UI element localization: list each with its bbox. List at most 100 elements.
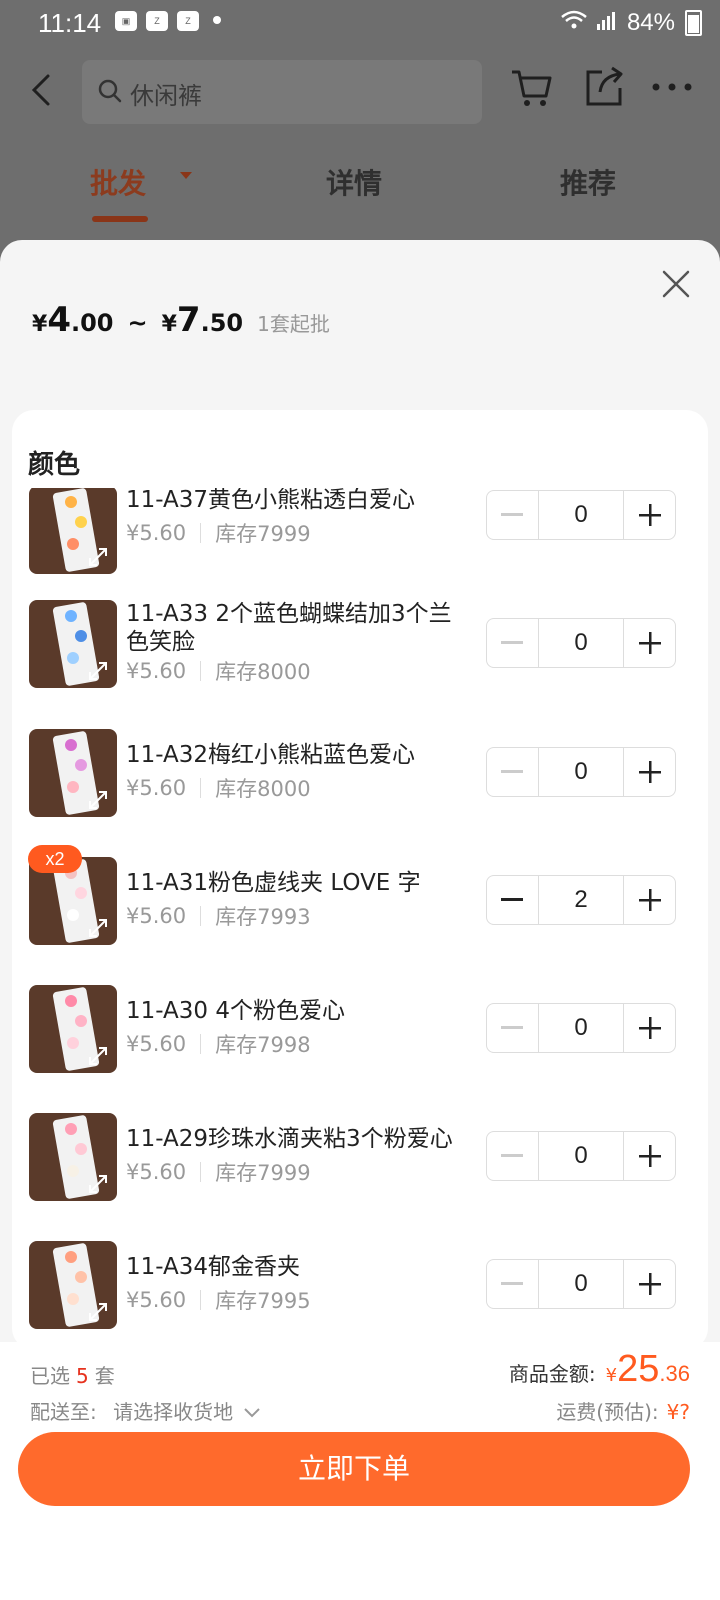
chevron-down-icon[interactable]	[243, 1407, 261, 1419]
goods-label: 商品金额:	[508, 1362, 596, 1386]
expand-icon[interactable]	[87, 1045, 109, 1067]
decrement-button[interactable]	[487, 1004, 538, 1052]
ship-to[interactable]: 配送至: 请选择收货地	[30, 1396, 261, 1425]
ship-value[interactable]: 请选择收货地	[113, 1400, 233, 1424]
sku-thumbnail[interactable]	[29, 985, 117, 1073]
sku-price: ¥5.60	[126, 659, 187, 683]
sku-meta: ¥5.60 库存7999	[126, 518, 311, 548]
share-icon[interactable]	[584, 64, 626, 112]
increment-button[interactable]	[624, 748, 675, 796]
sku-meta: ¥5.60 库存7998	[126, 1029, 311, 1059]
sku-item: 11-A32梅红小熊粘蓝色爱心 ¥5.60 库存8000 0	[12, 729, 708, 829]
sku-list[interactable]: 11-A37黄色小熊粘透白爱心 ¥5.60 库存7999 0 11-A33 2个蓝…	[12, 488, 708, 1350]
sku-stock: 库存7995	[215, 1289, 311, 1313]
freight-value: ¥?	[666, 1400, 690, 1424]
freight-label: 运费(预估):	[556, 1400, 659, 1424]
decrement-button[interactable]	[487, 491, 538, 539]
increment-button[interactable]	[624, 876, 675, 924]
goods-amount: 商品金额: ¥ 25 .36	[509, 1348, 690, 1391]
decrement-button[interactable]	[487, 1260, 538, 1308]
sku-stock: 库存7998	[215, 1033, 311, 1057]
sku-thumbnail[interactable]	[29, 729, 117, 817]
place-order-button[interactable]: 立即下单	[18, 1432, 690, 1506]
goods-currency: ¥	[605, 1365, 618, 1386]
sku-stock: 库存7999	[215, 1161, 311, 1185]
sku-price: ¥5.60	[126, 1032, 187, 1056]
quantity-value[interactable]: 0	[537, 1132, 625, 1180]
tab-dropdown-caret-icon[interactable]	[180, 172, 192, 179]
quantity-value[interactable]: 0	[537, 491, 625, 539]
selected-count: 5	[76, 1364, 89, 1388]
sku-item: 11-A30 4个粉色爱心 ¥5.60 库存7998 0	[12, 985, 708, 1085]
sku-stock: 库存7999	[215, 522, 311, 546]
max-price-dec: .50	[200, 309, 244, 337]
sku-meta: ¥5.60 库存7993	[126, 901, 311, 931]
increment-button[interactable]	[624, 619, 675, 667]
decrement-button[interactable]	[487, 619, 538, 667]
min-price-dec: .00	[70, 309, 114, 337]
search-input[interactable]: 休闲裤	[82, 60, 482, 124]
goods-amount-int: 25	[617, 1348, 660, 1390]
increment-button[interactable]	[624, 1260, 675, 1308]
sku-price: ¥5.60	[126, 1160, 187, 1184]
sku-price: ¥5.60	[126, 776, 187, 800]
expand-icon[interactable]	[87, 1301, 109, 1323]
sku-stock: 库存8000	[215, 660, 311, 684]
sku-name: 11-A32梅红小熊粘蓝色爱心	[126, 742, 416, 768]
battery-percent: 84%	[626, 9, 675, 36]
expand-icon[interactable]	[87, 660, 109, 682]
decrement-button[interactable]	[487, 876, 538, 924]
cart-icon[interactable]	[510, 66, 554, 114]
quantity-stepper: 2	[486, 875, 676, 925]
increment-button[interactable]	[624, 491, 675, 539]
more-icon[interactable]	[650, 72, 694, 106]
status-time: 11:14	[38, 8, 102, 38]
sku-thumbnail[interactable]	[29, 1113, 117, 1201]
selected-unit: 套	[94, 1364, 115, 1388]
status-bar: 11:14 ▣ Z Z 84%	[0, 0, 720, 48]
search-placeholder: 休闲裤	[130, 82, 202, 110]
increment-button[interactable]	[624, 1004, 675, 1052]
min-order-quantity: 1套起批	[257, 312, 330, 336]
expand-icon[interactable]	[87, 917, 109, 939]
goods-amount-dec: .36	[659, 1361, 690, 1386]
quantity-value[interactable]: 0	[537, 1004, 625, 1052]
decrement-button[interactable]	[487, 1132, 538, 1180]
sku-name: 11-A30 4个粉色爱心	[126, 998, 346, 1024]
expand-icon[interactable]	[87, 789, 109, 811]
notification-dot	[213, 16, 221, 24]
sku-price: ¥5.60	[126, 1288, 187, 1312]
quantity-value[interactable]: 0	[537, 619, 625, 667]
sku-thumbnail[interactable]	[29, 600, 117, 688]
sku-name: 11-A33 2个蓝色蝴蝶结加3个兰色笑脸	[126, 601, 452, 655]
quantity-stepper: 0	[486, 618, 676, 668]
increment-button[interactable]	[624, 1132, 675, 1180]
signal-icon	[596, 9, 617, 37]
sku-thumbnail[interactable]	[29, 1241, 117, 1329]
tab-details[interactable]: 详情	[326, 162, 382, 202]
tab-wholesale[interactable]: 批发	[90, 162, 146, 202]
sku-thumbnail[interactable]	[29, 488, 117, 574]
expand-icon[interactable]	[87, 546, 109, 568]
back-icon[interactable]	[24, 70, 64, 110]
quantity-stepper: 0	[486, 490, 676, 540]
currency-symbol-2: ¥	[161, 312, 177, 337]
quantity-value[interactable]: 0	[537, 748, 625, 796]
wifi-icon	[561, 9, 587, 37]
sku-item: 11-A33 2个蓝色蝴蝶结加3个兰色笑脸 ¥5.60 库存8000 0	[12, 600, 708, 700]
sku-name: 11-A34郁金香夹	[126, 1254, 301, 1280]
expand-icon[interactable]	[87, 1173, 109, 1195]
sku-name: 11-A29珍珠水滴夹粘3个粉爱心	[126, 1126, 453, 1152]
sku-item: 11-A34郁金香夹 ¥5.60 库存7995 0	[12, 1241, 708, 1341]
decrement-button[interactable]	[487, 748, 538, 796]
tab-recommend[interactable]: 推荐	[560, 162, 616, 202]
sku-meta: ¥5.60 库存8000	[126, 656, 311, 686]
freight-estimate: 运费(预估): ¥?	[556, 1396, 690, 1425]
close-icon[interactable]	[658, 266, 694, 302]
sku-price: ¥5.60	[126, 521, 187, 545]
selected-prefix: 已选	[30, 1364, 70, 1388]
sku-price: ¥5.60	[126, 904, 187, 928]
quantity-value[interactable]: 2	[537, 876, 625, 924]
quantity-value[interactable]: 0	[537, 1260, 625, 1308]
gallery-notification-icon: ▣	[115, 11, 137, 31]
